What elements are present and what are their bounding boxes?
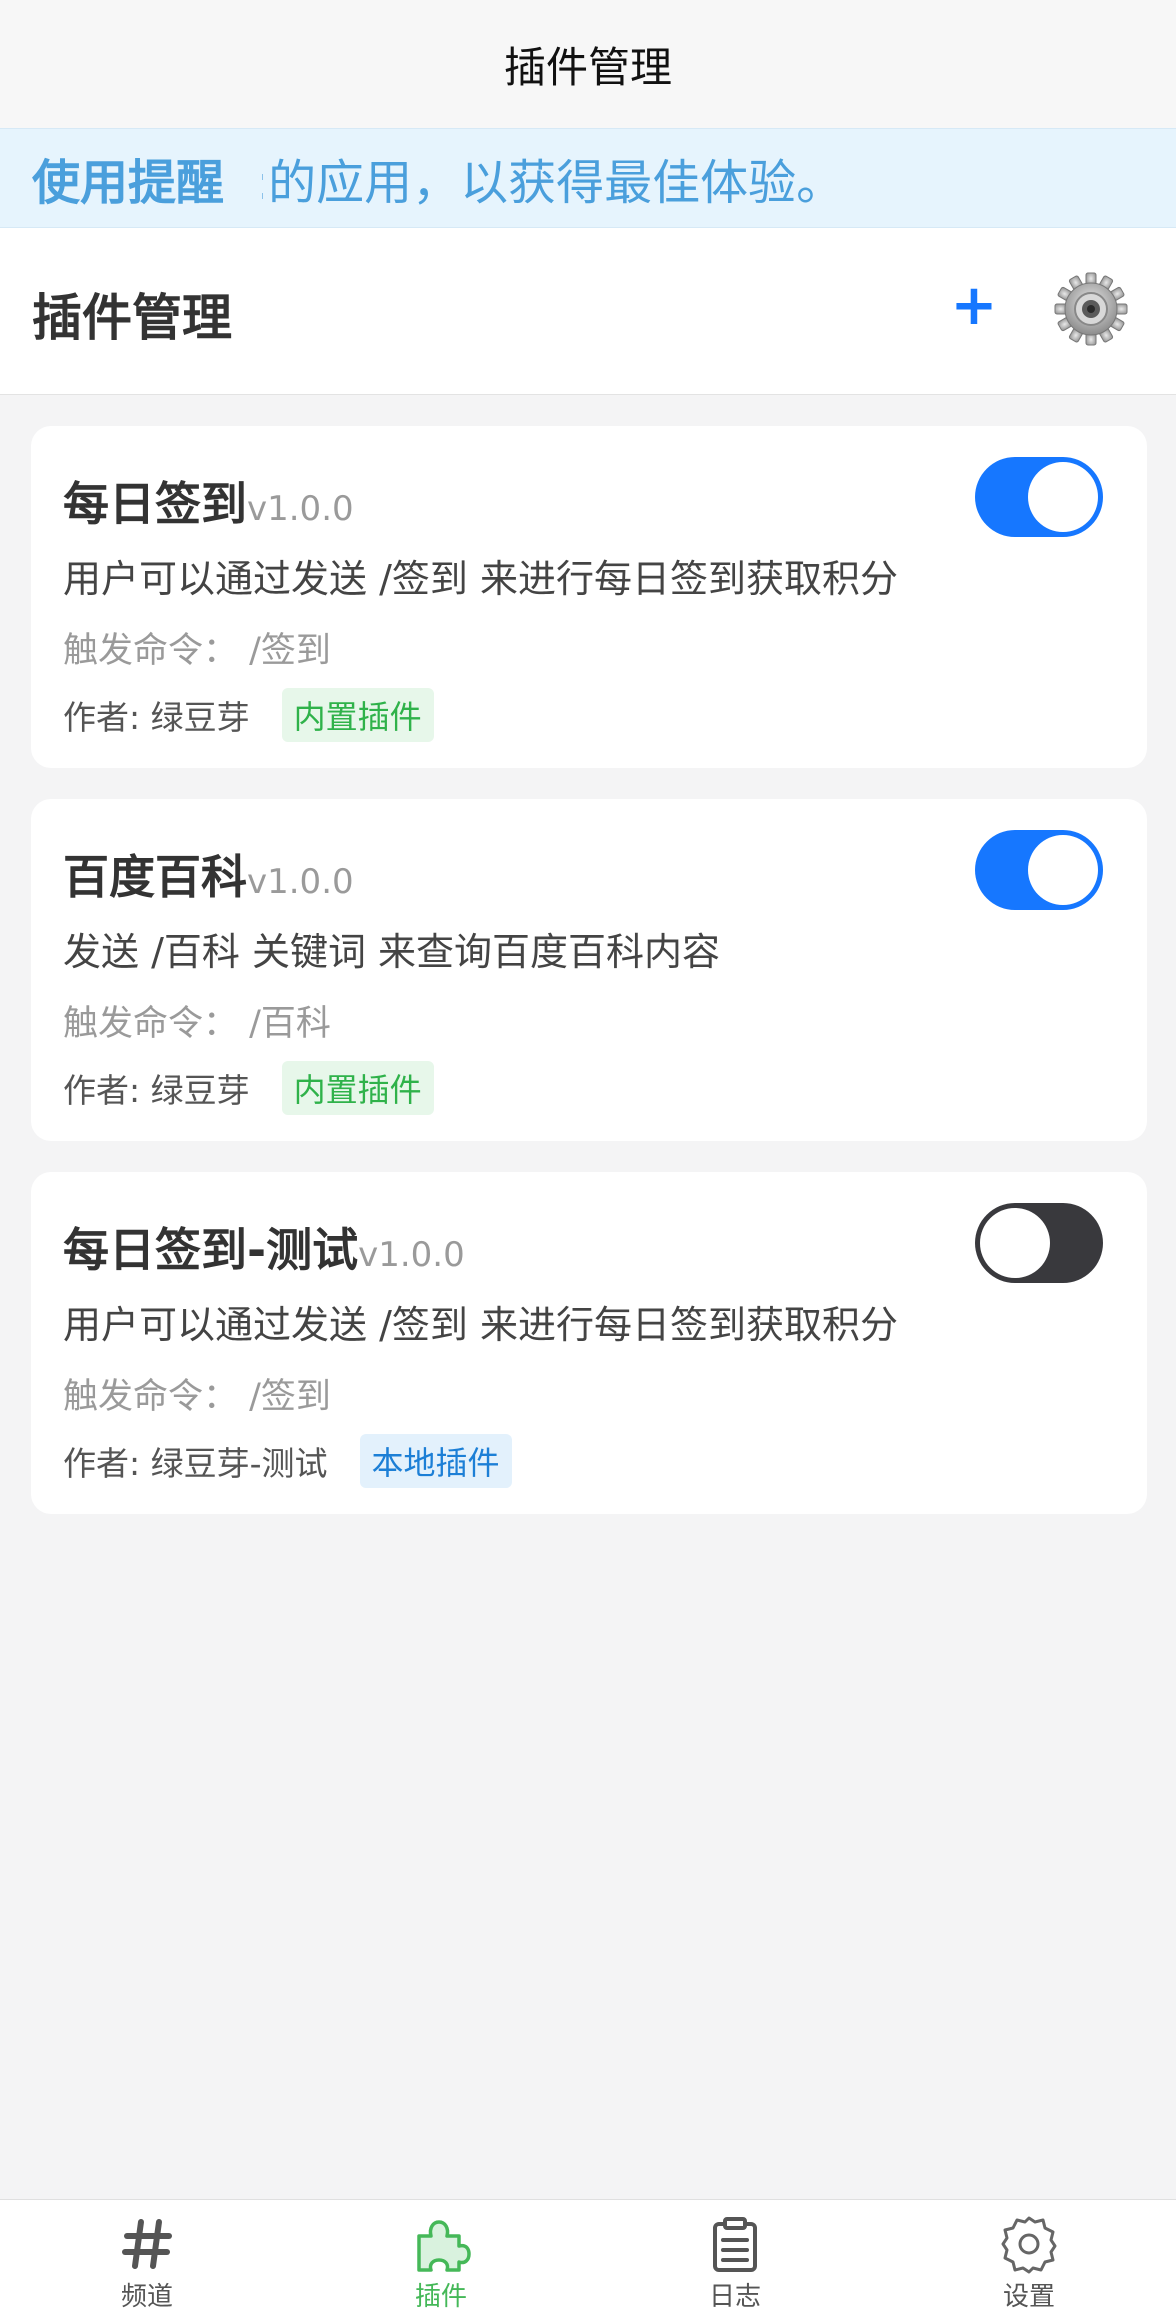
plugin-card: 百度百科v1.0.0 发送 /百科 关键词 来查询百度百科内容 触发命令： /百… — [31, 799, 1147, 1141]
plugin-name: 每日签到-测试 — [63, 1223, 359, 1277]
nav-title: 插件管理 — [503, 42, 672, 92]
plugin-list: 每日签到v1.0.0 用户可以通过发送 /签到 来进行每日签到获取积分 触发命令… — [31, 426, 1147, 1545]
nav-bar: 插件管理 — [0, 0, 1176, 128]
plugin-settings-button[interactable] — [1054, 272, 1128, 346]
notice-banner: 使用提醒 :的应用，以获得最佳体验。 — [0, 128, 1176, 228]
plugin-card: 每日签到v1.0.0 用户可以通过发送 /签到 来进行每日签到获取积分 触发命令… — [31, 426, 1147, 768]
plugin-trigger: 触发命令： /签到 — [63, 1377, 331, 1417]
plugin-name: 每日签到 — [63, 477, 247, 531]
plugin-author: 作者: 绿豆芽-测试 — [63, 1444, 328, 1483]
toggle-knob — [980, 1208, 1050, 1278]
plugin-enable-toggle[interactable] — [975, 457, 1103, 537]
plugin-description: 发送 /百科 关键词 来查询百度百科内容 — [63, 930, 721, 974]
clipboard-icon — [713, 2217, 757, 2272]
notice-text: :的应用，以获得最佳体验。 — [252, 155, 845, 211]
plugin-description: 用户可以通过发送 /签到 来进行每日签到获取积分 — [63, 1303, 898, 1347]
tab-settings[interactable]: 设置 — [882, 2200, 1176, 2322]
notice-label: 使用提醒 — [0, 143, 262, 213]
plugin-enable-toggle[interactable] — [975, 830, 1103, 910]
plugin-card: 每日签到-测试v1.0.0 用户可以通过发送 /签到 来进行每日签到获取积分 触… — [31, 1172, 1147, 1514]
plugin-version: v1.0.0 — [247, 489, 354, 529]
tab-label: 日志 — [708, 2282, 761, 2312]
plugin-name: 百度百科 — [63, 850, 247, 904]
plugin-tag: 内置插件 — [281, 1061, 434, 1115]
tab-label: 设置 — [1002, 2282, 1055, 2312]
toggle-knob — [1028, 835, 1098, 905]
plugin-footer: 作者: 绿豆芽 内置插件 — [63, 1061, 434, 1115]
plugin-title: 每日签到-测试v1.0.0 — [63, 1214, 465, 1280]
plugin-footer: 作者: 绿豆芽-测试 本地插件 — [63, 1434, 512, 1488]
gear-icon — [1054, 272, 1128, 346]
plugin-description: 用户可以通过发送 /签到 来进行每日签到获取积分 — [63, 557, 898, 601]
plugin-author: 作者: 绿豆芽 — [63, 1071, 250, 1110]
tab-label: 频道 — [120, 2282, 173, 2312]
puzzle-icon — [417, 2220, 471, 2272]
plugin-author: 作者: 绿豆芽 — [63, 698, 250, 737]
page-title: 插件管理 — [32, 289, 232, 347]
plugin-title: 每日签到v1.0.0 — [63, 468, 354, 534]
hash-icon — [122, 2219, 172, 2269]
plugin-version: v1.0.0 — [247, 862, 354, 902]
toggle-knob — [1028, 462, 1098, 532]
plugin-trigger: 触发命令： /签到 — [63, 631, 331, 671]
plugin-title: 百度百科v1.0.0 — [63, 841, 354, 907]
tab-label: 插件 — [414, 2282, 467, 2312]
tab-bar: 频道 插件 日志 设置 — [0, 2199, 1176, 2322]
tab-channels[interactable]: 频道 — [0, 2200, 294, 2322]
gear-icon — [1001, 2216, 1057, 2274]
add-plugin-button[interactable]: + — [946, 276, 1002, 336]
plugin-trigger: 触发命令： /百科 — [63, 1004, 331, 1044]
plugin-tag: 本地插件 — [359, 1434, 512, 1488]
plugin-version: v1.0.0 — [358, 1235, 465, 1275]
tab-plugins[interactable]: 插件 — [294, 2200, 588, 2322]
plugin-enable-toggle[interactable] — [975, 1203, 1103, 1283]
page-header: 插件管理 + — [0, 228, 1176, 395]
plugin-footer: 作者: 绿豆芽 内置插件 — [63, 688, 434, 742]
plugin-tag: 内置插件 — [281, 688, 434, 742]
tab-logs[interactable]: 日志 — [588, 2200, 882, 2322]
